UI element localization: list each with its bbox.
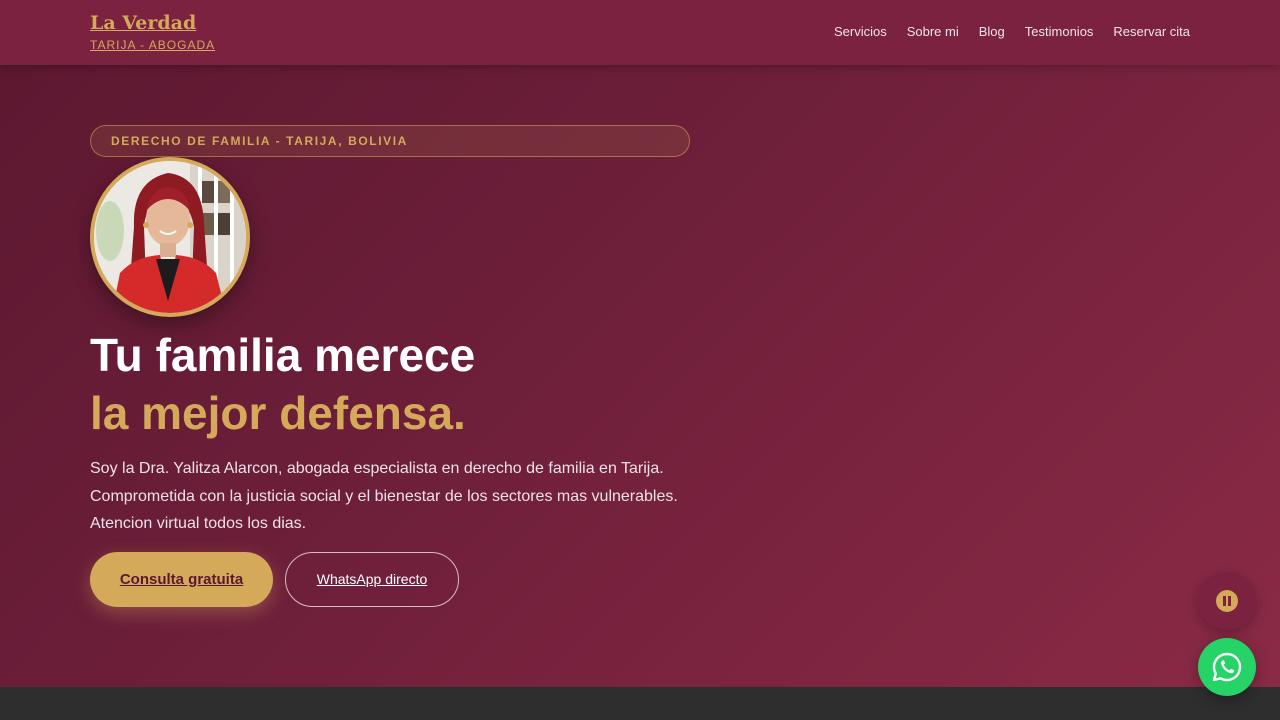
pause-button[interactable]	[1198, 572, 1256, 630]
lawyer-portrait	[90, 157, 250, 317]
portrait-illustration	[94, 161, 246, 313]
pause-icon	[1216, 590, 1238, 612]
main-nav: Servicios Sobre mi Blog Testimonios Rese…	[834, 24, 1190, 39]
nav-item-reservar-cita[interactable]: Reservar cita	[1113, 24, 1190, 39]
intro-line-2: Comprometida con la justicia social y el…	[90, 487, 678, 505]
brand-subtitle: TARIJA - ABOGADA	[90, 38, 216, 52]
footer-strip	[0, 687, 1280, 720]
nav-item-blog[interactable]: Blog	[979, 24, 1005, 39]
brand-logo-link[interactable]: La Verdad TARIJA - ABOGADA	[90, 10, 215, 52]
top-navbar: La Verdad TARIJA - ABOGADA Servicios Sob…	[0, 0, 1280, 65]
headline-line-1: Tu familia merece	[90, 329, 476, 381]
whatsapp-direct-button[interactable]: WhatsApp directo	[285, 552, 459, 607]
whatsapp-icon	[1212, 652, 1242, 682]
hero-intro: Soy la Dra. Yalitza Alarcon, abogada esp…	[90, 455, 710, 538]
intro-line-1: Soy la Dra. Yalitza Alarcon, abogada esp…	[90, 460, 664, 477]
brand-name: La Verdad	[90, 12, 197, 34]
nav-item-testimonios[interactable]: Testimonios	[1025, 24, 1094, 39]
specialty-badge: DERECHO DE FAMILIA - TARIJA, BOLIVIA	[90, 125, 690, 157]
intro-line-3: Atencion virtual todos los dias.	[90, 515, 307, 532]
whatsapp-floating-button[interactable]	[1198, 638, 1256, 696]
nav-item-servicios[interactable]: Servicios	[834, 24, 887, 39]
free-consultation-button[interactable]: Consulta gratuita	[90, 552, 273, 607]
hero-headline: Tu familia merece la mejor defensa.	[90, 326, 475, 442]
nav-item-sobre-mi[interactable]: Sobre mi	[907, 24, 959, 39]
headline-line-2: la mejor defensa.	[90, 387, 466, 439]
